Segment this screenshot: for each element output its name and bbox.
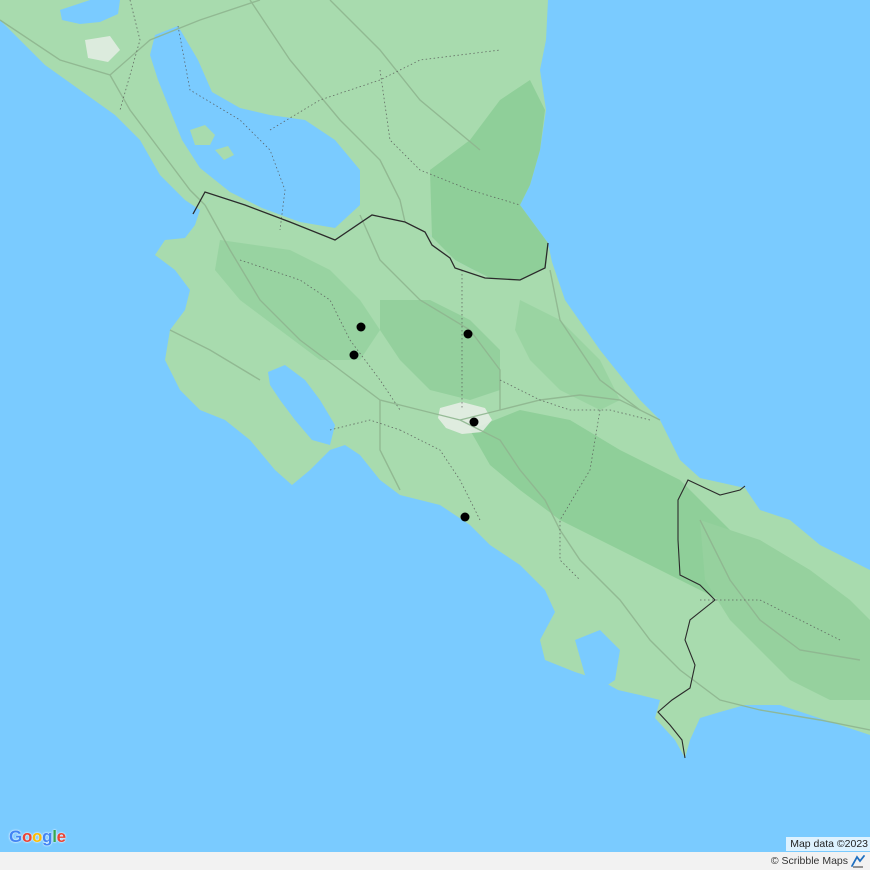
credit-text: © Scribble Maps	[770, 855, 848, 867]
map-view[interactable]: Google Map data ©2023 © Scribble Maps	[0, 0, 870, 870]
scribble-maps-credit[interactable]: © Scribble Maps	[771, 854, 865, 868]
marker-4[interactable]	[469, 417, 479, 427]
map-data-text: Map data ©2023	[790, 838, 868, 850]
marker-3[interactable]	[349, 350, 359, 360]
marker-5[interactable]	[460, 512, 470, 522]
logo-letter: G	[9, 827, 22, 846]
marker-1[interactable]	[356, 322, 366, 332]
footer-bar: © Scribble Maps	[0, 852, 870, 870]
logo-letter: e	[56, 827, 66, 846]
marker-2[interactable]	[463, 329, 473, 339]
scribble-maps-icon	[851, 854, 865, 867]
logo-letter: o	[21, 827, 33, 846]
google-logo[interactable]: Google	[9, 827, 66, 847]
map-canvas[interactable]	[0, 0, 870, 852]
logo-letter: g	[42, 827, 53, 846]
map-data-attribution[interactable]: Map data ©2023	[786, 837, 870, 851]
logo-letter: o	[32, 827, 43, 846]
